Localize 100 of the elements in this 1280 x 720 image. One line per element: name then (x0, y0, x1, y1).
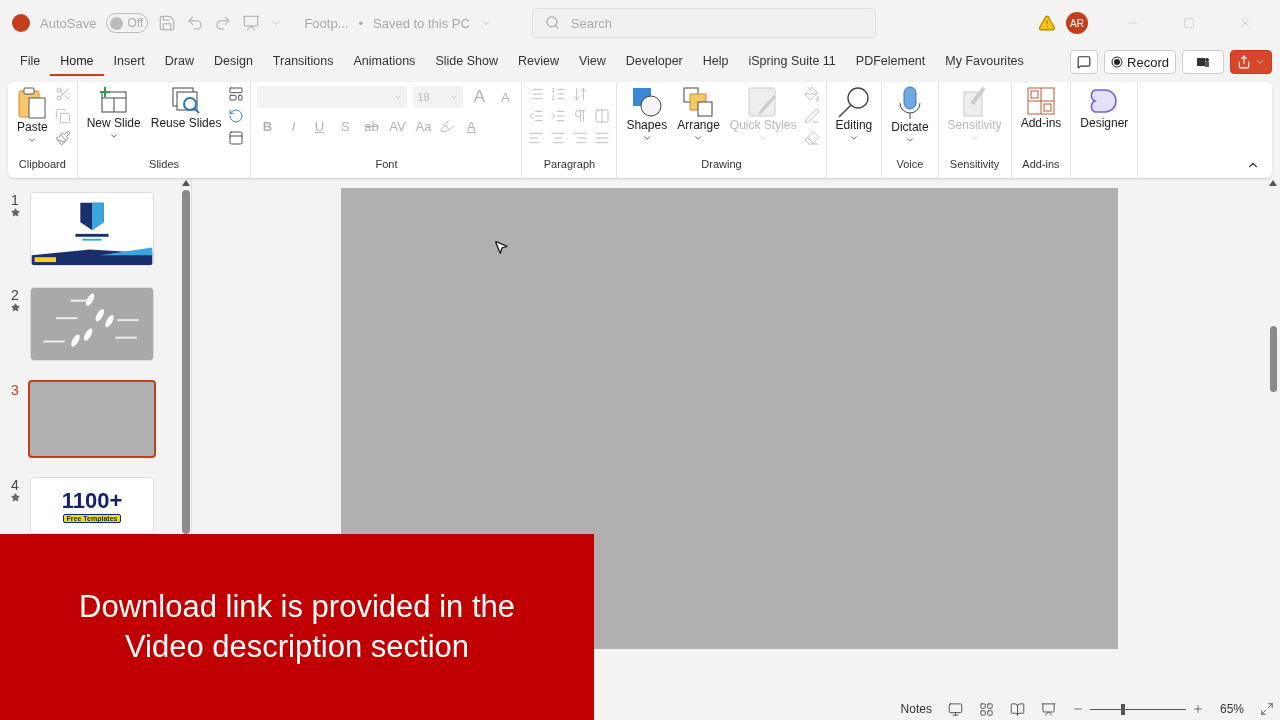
undo-icon[interactable] (186, 14, 205, 32)
cut-icon[interactable] (54, 86, 71, 102)
caret-icon (758, 133, 769, 143)
user-avatar[interactable]: AR (1066, 12, 1088, 34)
ribbon-tab[interactable]: Animations (343, 48, 426, 76)
ribbon-tab[interactable]: Home (50, 48, 104, 76)
caret-icon (108, 131, 119, 141)
notes-button[interactable]: Notes (900, 702, 932, 716)
slide-number: 2 (11, 287, 19, 303)
designer-icon (1089, 86, 1120, 116)
warning-icon (1038, 14, 1056, 32)
group-label: Voice (895, 158, 925, 172)
cursor-icon (492, 239, 509, 255)
slide-headline: 1100+ (61, 488, 123, 514)
ribbon-tab[interactable]: Draw (154, 48, 204, 76)
scrollbar-thumb[interactable] (1269, 326, 1277, 392)
ribbon-button[interactable]: Editing (832, 84, 876, 145)
zoom-level[interactable]: 65% (1219, 702, 1244, 716)
ribbon-button[interactable]: Paste (14, 84, 51, 147)
scroll-up-icon (1269, 180, 1277, 186)
new-slide-button[interactable]: New Slide (83, 84, 144, 143)
shapes-icon (630, 86, 663, 118)
caret-icon (27, 135, 38, 145)
ribbon-tab[interactable]: PDFelement (845, 48, 936, 76)
maximize-icon[interactable] (1183, 17, 1195, 29)
slide-thumbnail[interactable] (28, 380, 156, 458)
font-name-dropdown[interactable] (257, 86, 408, 108)
effects-icon[interactable] (803, 130, 820, 146)
format-painter-icon[interactable] (54, 130, 71, 146)
present-icon[interactable] (242, 14, 261, 32)
add-ins-icon (1025, 86, 1056, 116)
group-label: Add-ins (1021, 158, 1061, 172)
normal-view-icon[interactable] (947, 701, 963, 717)
ribbon-tab[interactable]: Transitions (262, 48, 344, 76)
ribbon-button[interactable]: Reuse Slides (147, 84, 225, 133)
ribbon-tab[interactable]: Developer (615, 48, 693, 76)
caret-icon (449, 92, 460, 102)
caret-icon (969, 133, 980, 143)
caret-icon (393, 92, 404, 102)
share-button[interactable] (1230, 50, 1272, 74)
scroll-up-icon (182, 180, 190, 186)
ribbon-tab[interactable]: My Favourites (935, 48, 1034, 76)
section-icon[interactable] (228, 130, 245, 146)
ribbon-tab[interactable]: View (568, 48, 616, 76)
search-field[interactable]: Search (531, 8, 876, 38)
highlighter-icon[interactable] (439, 118, 456, 134)
ribbon-tab[interactable]: File (10, 48, 51, 76)
redo-icon[interactable] (214, 14, 233, 32)
ribbon-button[interactable]: Shapes (623, 84, 671, 145)
slide-number: 3 (11, 382, 19, 398)
search-icon (544, 15, 560, 30)
save-icon[interactable] (158, 14, 177, 32)
ribbon-button[interactable]: Designer (1077, 84, 1132, 133)
ribbon-button[interactable]: Arrange (674, 84, 723, 145)
group-label: Sensitivity (948, 158, 1001, 172)
teams-icon (1196, 56, 1210, 68)
fill-icon[interactable] (803, 86, 820, 102)
record-icon (1111, 56, 1124, 68)
ribbon-button[interactable]: Add-ins (1017, 84, 1065, 133)
group-label: Paragraph (542, 158, 597, 172)
reset-icon[interactable] (228, 108, 245, 124)
slide-sorter-icon[interactable] (978, 701, 994, 717)
reuse-slides-icon (171, 86, 202, 116)
zoom-in-icon[interactable] (1191, 703, 1204, 715)
new-slide-icon (98, 86, 129, 116)
copy-icon[interactable] (54, 108, 71, 124)
ribbon-tab[interactable]: Slide Show (425, 48, 508, 76)
zoom-slider-thumb[interactable] (1120, 703, 1125, 715)
reading-view-icon[interactable] (1009, 701, 1025, 717)
ribbon-tab[interactable]: iSpring Suite 11 (738, 48, 846, 76)
ribbon-tab[interactable]: Design (203, 48, 263, 76)
search-icon (836, 86, 871, 118)
layout-icon[interactable] (228, 86, 245, 102)
teams-button[interactable] (1182, 50, 1224, 74)
outline-icon[interactable] (803, 108, 820, 124)
group-label: Slides (148, 158, 181, 172)
caret-icon (848, 133, 859, 143)
fit-to-window-icon[interactable] (1260, 702, 1274, 716)
paste-icon (17, 86, 48, 120)
scrollbar-thumb[interactable] (182, 190, 190, 534)
app-logo-icon (12, 14, 30, 32)
slide-number: 1 (11, 192, 19, 208)
ribbon-tab[interactable]: Help (692, 48, 739, 76)
slide-number: 4 (11, 477, 19, 493)
group-label: Drawing (700, 158, 743, 172)
caret-icon (641, 133, 652, 143)
group-label: Clipboard (17, 158, 67, 172)
share-icon (1237, 55, 1251, 69)
comments-button[interactable] (1070, 50, 1099, 74)
microphone-icon (897, 86, 922, 120)
file-name: Footp... (304, 15, 349, 31)
caret-icon (693, 133, 704, 143)
comment-icon (1077, 55, 1092, 69)
caret-icon (1255, 57, 1265, 67)
ribbon-button[interactable]: Dictate (888, 84, 932, 147)
slide-show-icon[interactable] (1040, 701, 1056, 717)
ribbon-tab[interactable]: Insert (103, 48, 155, 76)
record-button[interactable]: Record (1104, 50, 1176, 74)
ribbon-tab[interactable]: Review (507, 48, 569, 76)
separator-dot: • (358, 15, 363, 31)
